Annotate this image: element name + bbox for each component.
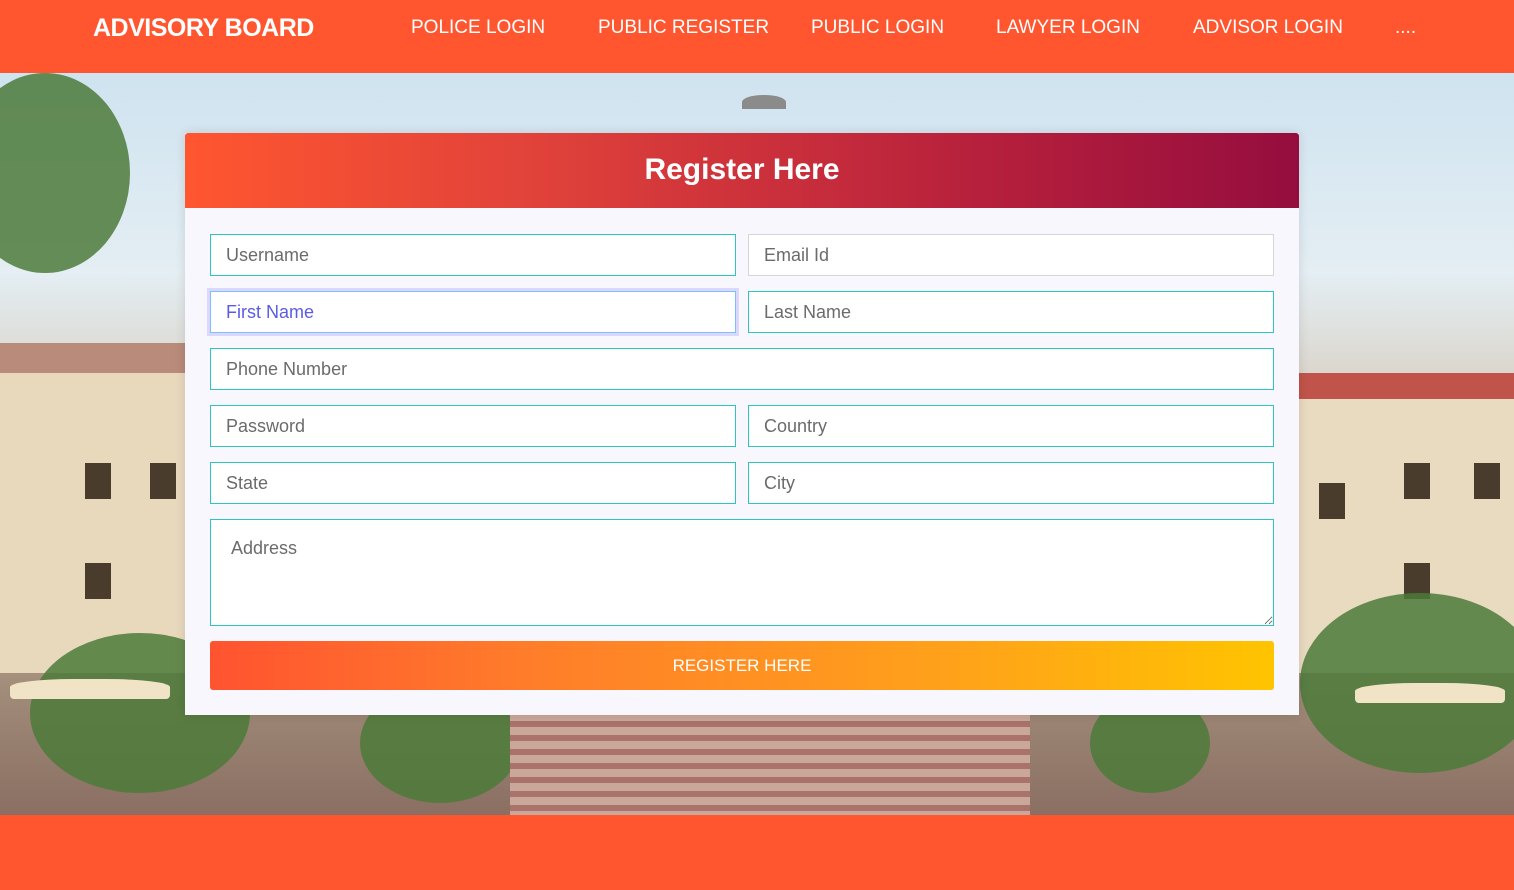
nav-advisor-login[interactable]: ADVISOR LOGIN [1193,17,1343,39]
nav-police-login[interactable]: POLICE LOGIN [411,17,545,39]
nav-public-register[interactable]: PUBLIC REGISTER [598,17,769,39]
country-input[interactable] [748,405,1274,447]
footer-bar [0,815,1514,890]
umbrella [1355,683,1505,703]
register-title: Register Here [644,153,840,186]
register-card-header: Register Here [185,133,1299,208]
umbrella [10,679,170,699]
nav-public-login[interactable]: PUBLIC LOGIN [811,17,944,39]
brand-logo[interactable]: ADVISORY BOARD [93,14,314,43]
building-left [0,343,200,673]
register-card: Register Here REGISTER HERE [185,133,1299,715]
city-input[interactable] [748,462,1274,504]
building-dome [742,95,786,109]
nav-more[interactable]: .... [1395,17,1416,39]
tree [0,73,130,273]
email-input[interactable] [748,234,1274,276]
username-input[interactable] [210,234,736,276]
phone-number-input[interactable] [210,348,1274,390]
address-textarea[interactable] [210,519,1274,626]
first-name-input[interactable] [210,291,736,333]
password-input[interactable] [210,405,736,447]
state-input[interactable] [210,462,736,504]
last-name-input[interactable] [748,291,1274,333]
nav-lawyer-login[interactable]: LAWYER LOGIN [996,17,1140,39]
register-submit-button[interactable]: REGISTER HERE [210,641,1274,690]
top-navbar: ADVISORY BOARD POLICE LOGIN PUBLIC REGIS… [0,0,1514,73]
stairs [510,713,1030,815]
